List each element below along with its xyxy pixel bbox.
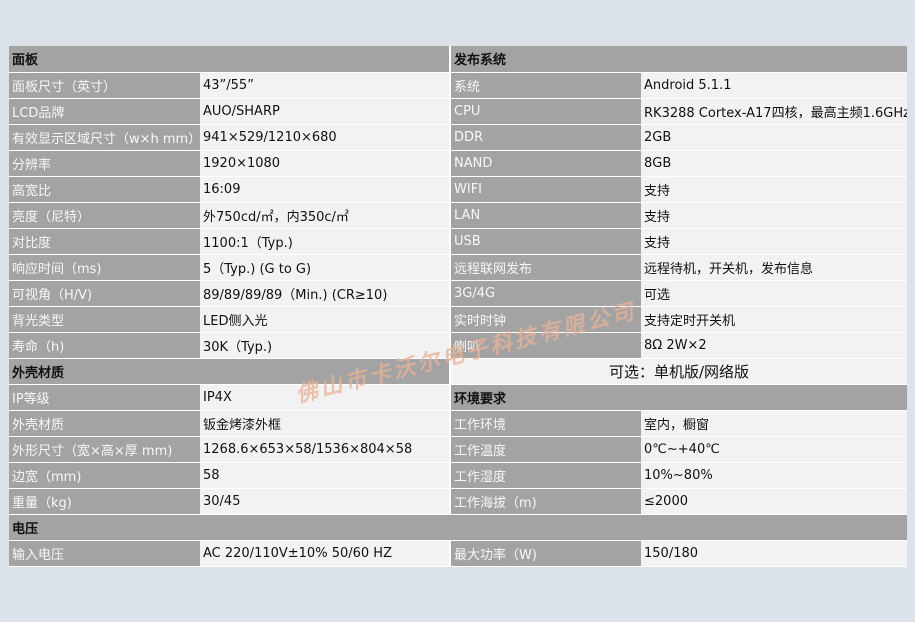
spec-label: 喇叭 xyxy=(450,332,642,359)
spec-label: 有效显示区域尺寸（w×h mm） xyxy=(9,124,200,151)
input-voltage-label: 输入电压 xyxy=(9,540,200,567)
spec-row: 输入电压 AC 220/110V±10% 50/60 HZ 最大功率（W) 15… xyxy=(9,540,908,567)
max-power-value: 150/180 xyxy=(641,540,908,567)
spec-value: 5（Typ.) (G to G) xyxy=(200,254,452,281)
spec-value: 1268.6×653×58/1536×804×58 xyxy=(200,436,452,463)
spec-value: 30/45 xyxy=(200,488,452,515)
spec-label: 边宽（mm) xyxy=(9,462,200,489)
spec-value: 支持 xyxy=(641,202,908,229)
spec-value: 43”/55” xyxy=(200,72,452,99)
spec-label: DDR xyxy=(450,124,642,151)
spec-value: 远程待机，开关机，发布信息 xyxy=(641,254,908,281)
spec-row: 可视角（H/V) 89/89/89/89（Min.) (CR≥10) 3G/4G… xyxy=(9,280,908,307)
spec-label: USB xyxy=(450,228,642,255)
spec-label: IP等级 xyxy=(9,384,200,411)
spec-label: 实时时钟 xyxy=(450,306,642,333)
spec-label: 亮度（尼特） xyxy=(9,202,200,229)
spec-row: 高宽比 16:09 WIFI 支持 xyxy=(9,176,908,203)
spec-value: 2GB xyxy=(641,124,908,151)
spec-row: IP等级 IP4X 环境要求 xyxy=(9,384,908,411)
spec-value: 0℃~+40℃ xyxy=(641,436,908,463)
section-title-panel: 面板 xyxy=(9,46,452,73)
spec-label: 工作海拔（m) xyxy=(450,488,642,515)
spec-value: 30K（Typ.) xyxy=(200,332,452,359)
spec-label: 外形尺寸（宽×高×厚 mm) xyxy=(9,436,200,463)
spec-label: 可视角（H/V) xyxy=(9,280,200,307)
spec-label: 分辨率 xyxy=(9,150,200,177)
spec-value: 可选 xyxy=(641,280,908,307)
spec-label: 面板尺寸（英寸） xyxy=(9,72,200,99)
spec-row: 外壳材质 钣金烤漆外框 工作环境 室内，橱窗 xyxy=(9,410,908,437)
spec-row: LCD品牌 AUO/SHARP CPU RK3288 Cortex-A17四核，… xyxy=(9,98,908,125)
spec-label: 背光类型 xyxy=(9,306,200,333)
section-title-env: 环境要求 xyxy=(450,384,908,411)
spec-value: 室内，橱窗 xyxy=(641,410,908,437)
spec-row: 面板尺寸（英寸） 43”/55” 系统 Android 5.1.1 xyxy=(9,72,908,99)
spec-label: WIFI xyxy=(450,176,642,203)
spec-row: 外形尺寸（宽×高×厚 mm) 1268.6×653×58/1536×804×58… xyxy=(9,436,908,463)
spec-row: 亮度（尼特） 外750cd/㎡，内350c/㎡ LAN 支持 xyxy=(9,202,908,229)
section-header-row: 外壳材质 可选：单机版/网络版 xyxy=(9,358,908,385)
spec-row: 寿命（h) 30K（Typ.) 喇叭 8Ω 2W×2 xyxy=(9,332,908,359)
spec-label: 对比度 xyxy=(9,228,200,255)
spec-value: 8Ω 2W×2 xyxy=(641,332,908,359)
spec-label: 工作温度 xyxy=(450,436,642,463)
section-header-row: 面板 发布系统 xyxy=(9,46,908,73)
spec-value: RK3288 Cortex-A17四核，最高主频1.6GHz xyxy=(641,98,908,125)
spec-value: 钣金烤漆外框 xyxy=(200,410,452,437)
spec-label: 系统 xyxy=(450,72,642,99)
spec-value: 支持 xyxy=(641,228,908,255)
spec-row: 对比度 1100:1（Typ.) USB 支持 xyxy=(9,228,908,255)
spec-row: 分辨率 1920×1080 NAND 8GB xyxy=(9,150,908,177)
max-power-label: 最大功率（W) xyxy=(450,540,642,567)
spec-label: NAND xyxy=(450,150,642,177)
spec-row: 重量（kg) 30/45 工作海拔（m) ≤2000 xyxy=(9,488,908,515)
spec-value: 1920×1080 xyxy=(200,150,452,177)
spec-value: 支持定时开关机 xyxy=(641,306,908,333)
spec-label: 工作湿度 xyxy=(450,462,642,489)
spec-value: 941×529/1210×680 xyxy=(200,124,452,151)
spec-value: LED侧入光 xyxy=(200,306,452,333)
spec-label: 外壳材质 xyxy=(9,410,200,437)
spec-value: 支持 xyxy=(641,176,908,203)
spec-value: Android 5.1.1 xyxy=(641,72,908,99)
spec-label: 远程联网发布 xyxy=(450,254,642,281)
spec-table: 面板 发布系统 面板尺寸（英寸） 43”/55” 系统 Android 5.1.… xyxy=(9,46,908,567)
spec-label: LAN xyxy=(450,202,642,229)
section-title-publish: 发布系统 xyxy=(450,46,908,73)
spec-label: CPU xyxy=(450,98,642,125)
spec-value: IP4X xyxy=(200,384,452,411)
spec-value: ≤2000 xyxy=(641,488,908,515)
spec-label: 寿命（h) xyxy=(9,332,200,359)
spec-value: 58 xyxy=(200,462,452,489)
spec-value: AUO/SHARP xyxy=(200,98,452,125)
spec-row: 背光类型 LED侧入光 实时时钟 支持定时开关机 xyxy=(9,306,908,333)
spec-label: 工作环境 xyxy=(450,410,642,437)
spec-value: 8GB xyxy=(641,150,908,177)
spec-row: 边宽（mm) 58 工作湿度 10%~80% xyxy=(9,462,908,489)
spec-label: 重量（kg) xyxy=(9,488,200,515)
spec-value: 89/89/89/89（Min.) (CR≥10) xyxy=(200,280,452,307)
spec-row: 响应时间（ms) 5（Typ.) (G to G) 远程联网发布 远程待机，开关… xyxy=(9,254,908,281)
spec-value: 1100:1（Typ.) xyxy=(200,228,452,255)
optional-version-note: 可选：单机版/网络版 xyxy=(450,358,908,385)
section-title-shell: 外壳材质 xyxy=(9,358,452,385)
section-title-power: 电压 xyxy=(9,514,908,541)
input-voltage-value: AC 220/110V±10% 50/60 HZ xyxy=(200,540,452,567)
spec-label: LCD品牌 xyxy=(9,98,200,125)
spec-label: 3G/4G xyxy=(450,280,642,307)
spec-value: 10%~80% xyxy=(641,462,908,489)
spec-label: 响应时间（ms) xyxy=(9,254,200,281)
spec-value: 16:09 xyxy=(200,176,452,203)
spec-row: 有效显示区域尺寸（w×h mm） 941×529/1210×680 DDR 2G… xyxy=(9,124,908,151)
section-header-row: 电压 xyxy=(9,514,908,541)
spec-value: 外750cd/㎡，内350c/㎡ xyxy=(200,202,452,229)
spec-label: 高宽比 xyxy=(9,176,200,203)
